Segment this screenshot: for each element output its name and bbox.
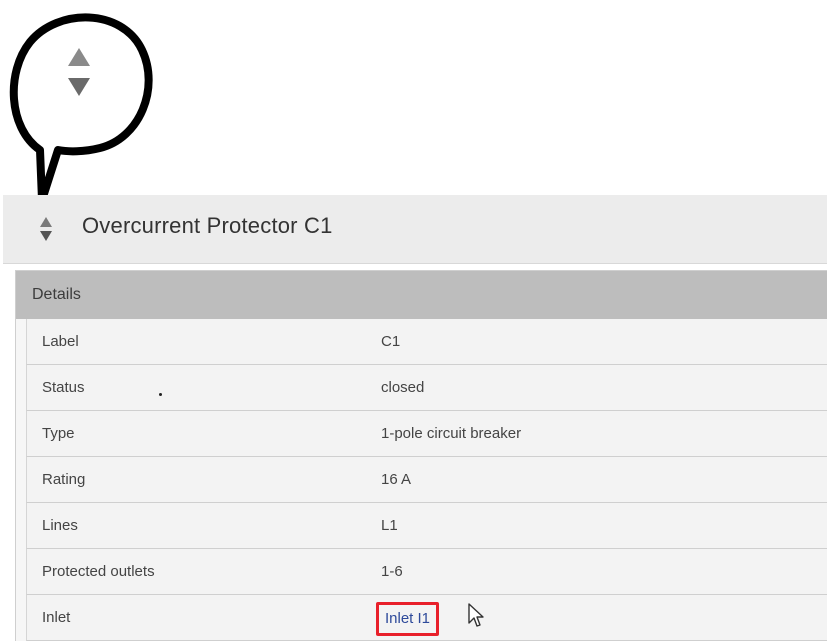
row-value: closed [381, 379, 425, 396]
stray-dot [159, 393, 162, 396]
row-value: L1 [381, 517, 398, 534]
page-title: Overcurrent Protector C1 [82, 213, 333, 238]
row-label: Rating [42, 471, 86, 488]
detail-row-rating: Rating 16 A [26, 457, 827, 503]
detail-row-lines: Lines L1 [26, 503, 827, 549]
row-value: 16 A [381, 471, 412, 488]
detail-row-inlet: Inlet Inlet I1 [26, 595, 827, 641]
row-value: 1-6 [381, 563, 403, 580]
details-panel: Details Label C1 Status closed Type 1-po… [15, 270, 827, 641]
detail-row-type: Type 1-pole circuit breaker [26, 411, 827, 457]
detail-row-protected-outlets: Protected outlets 1-6 [26, 549, 827, 595]
row-value: 1-pole circuit breaker [381, 425, 522, 442]
panel-header: Overcurrent Protector C1 [3, 195, 827, 264]
row-label: Label [42, 333, 79, 350]
row-value: C1 [381, 333, 401, 350]
details-heading: Details [16, 271, 827, 319]
row-label: Lines [42, 517, 78, 534]
row-label: Protected outlets [42, 563, 155, 580]
sort-arrows-icon[interactable] [39, 216, 53, 242]
inlet-link[interactable]: Inlet I1 [376, 602, 440, 636]
detail-row-status: Status closed [26, 365, 827, 411]
detail-row-label: Label C1 [26, 319, 827, 365]
mouse-cursor-icon [468, 603, 484, 627]
callout-bubble [9, 13, 153, 204]
row-label: Type [42, 425, 75, 442]
row-label: Status [42, 379, 85, 396]
row-label: Inlet [42, 609, 71, 626]
